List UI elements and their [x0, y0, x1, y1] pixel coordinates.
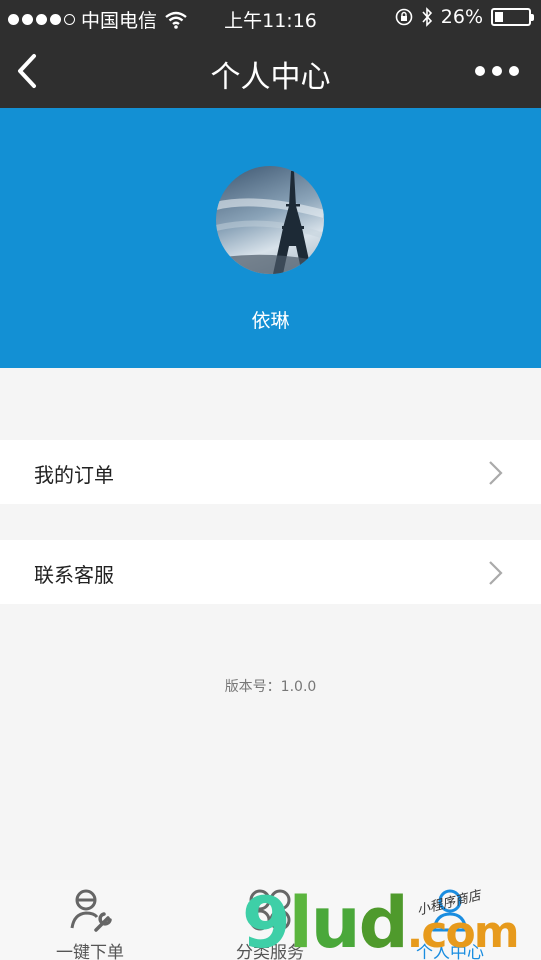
tab-category-services[interactable]: 分类服务	[180, 880, 360, 960]
status-right: 26%	[395, 6, 534, 28]
tab-label: 分类服务	[236, 943, 304, 960]
username: 依琳	[251, 310, 290, 332]
profile-header: 依琳	[0, 108, 541, 368]
menu-item-label: 联系客服	[34, 563, 114, 587]
menu-item-label: 我的订单	[34, 463, 114, 487]
tab-label: 一键下单	[56, 943, 124, 960]
tab-label: 个人中心	[416, 943, 484, 960]
navigation-bar: 个人中心	[0, 34, 541, 108]
chevron-right-icon	[489, 461, 503, 485]
battery-percent: 26%	[440, 6, 483, 28]
chevron-right-icon	[489, 561, 503, 585]
category-grid-icon	[249, 889, 291, 931]
battery-icon	[491, 8, 534, 26]
tab-personal-center[interactable]: 个人中心	[360, 880, 540, 960]
eiffel-tower-photo	[216, 171, 324, 274]
menu-item-my-orders[interactable]: 我的订单	[0, 440, 541, 504]
tab-bar: 一键下单 分类服务 个人中心	[0, 880, 541, 960]
battery-fill	[495, 12, 503, 22]
menu-item-customer-service[interactable]: 联系客服	[0, 540, 541, 604]
version-text: 版本号：1.0.0	[224, 679, 317, 695]
bluetooth-icon	[422, 7, 432, 27]
more-horizontal-icon[interactable]	[475, 66, 519, 76]
orientation-lock-icon	[395, 8, 413, 26]
page-title: 个人中心	[210, 60, 331, 95]
tab-quick-order[interactable]: 一键下单	[0, 880, 180, 960]
status-bar: 中国电信 上午11:16 26%	[0, 0, 541, 34]
avatar[interactable]	[216, 166, 324, 274]
wrench-person-icon	[70, 889, 112, 932]
person-icon	[432, 889, 468, 932]
